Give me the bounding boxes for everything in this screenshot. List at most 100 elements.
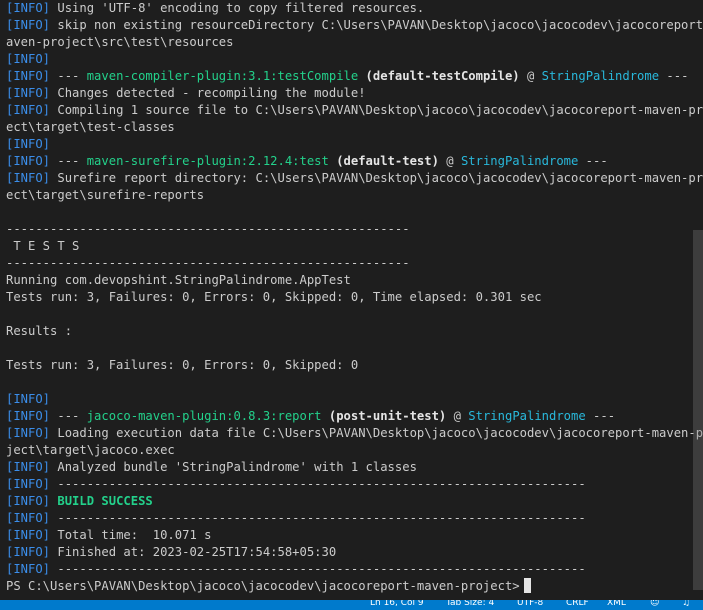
terminal-line: [INFO] Loading execution data file C:\Us…	[6, 425, 703, 442]
line-text: Tests run: 3, Failures: 0, Errors: 0, Sk…	[6, 290, 542, 304]
terminal-line: [INFO] --- maven-surefire-plugin:2.12.4:…	[6, 153, 703, 170]
log-level-tag: [INFO]	[6, 562, 51, 576]
log-level-tag: [INFO]	[6, 103, 51, 117]
line-text: Results :	[6, 324, 73, 338]
line-text: Using 'UTF-8' encoding to copy filtered …	[50, 1, 425, 15]
line-text: @	[438, 154, 461, 168]
line-text: @	[446, 409, 469, 423]
terminal-line: [INFO] BUILD SUCCESS	[6, 493, 703, 510]
log-level-tag: [INFO]	[6, 154, 51, 168]
log-level-tag: [INFO]	[6, 477, 51, 491]
notification-bell-icon[interactable]: ♫	[682, 600, 690, 609]
terminal-output[interactable]: [INFO] Using 'UTF-8' encoding to copy fi…	[0, 0, 703, 600]
terminal-line: [INFO] Compiling 1 source file to C:\Use…	[6, 102, 703, 119]
line-text: ---	[585, 409, 616, 423]
terminal-line: [INFO] Analyzed bundle 'StringPalindrome…	[6, 459, 703, 476]
project-name: StringPalindrome	[460, 154, 579, 168]
build-status: BUILD SUCCESS	[50, 494, 153, 508]
log-level-tag: [INFO]	[6, 511, 51, 525]
terminal-line: [INFO] --- maven-compiler-plugin:3.1:tes…	[6, 68, 703, 85]
log-level-tag: [INFO]	[6, 426, 51, 440]
execution-id: (post-unit-test)	[321, 409, 447, 423]
terminal-line: [INFO] ---------------------------------…	[6, 510, 703, 527]
terminal-line: ----------------------------------------…	[6, 221, 703, 238]
line-text: ject\target\jacoco.exec	[6, 443, 175, 457]
line-text: ----------------------------------------…	[50, 562, 586, 576]
line-text: aven-project\src\test\resources	[6, 35, 234, 49]
terminal-cursor[interactable]	[523, 578, 531, 593]
line-text: Running com.devopshint.StringPalindrome.…	[6, 273, 351, 287]
line-text: ----------------------------------------…	[6, 222, 410, 236]
log-level-tag: [INFO]	[6, 86, 51, 100]
line-text: @	[519, 69, 542, 83]
terminal-line: [INFO] Finished at: 2023-02-25T17:54:58+…	[6, 544, 703, 561]
project-name: StringPalindrome	[468, 409, 586, 423]
feedback-icon[interactable]: ☺	[650, 600, 659, 609]
log-level-tag: [INFO]	[6, 545, 51, 559]
maven-plugin-name: maven-compiler-plugin:3.1:testCompile	[86, 69, 359, 83]
line-text: ---	[50, 409, 87, 423]
terminal-line: ect\target\test-classes	[6, 119, 703, 136]
log-level-tag: [INFO]	[6, 137, 51, 151]
terminal-line: [INFO]	[6, 136, 703, 153]
line-text: T E S T S	[6, 239, 80, 253]
status-encoding[interactable]: UTF-8	[517, 600, 543, 609]
terminal-scrollbar[interactable]	[693, 230, 703, 590]
terminal-line: Tests run: 3, Failures: 0, Errors: 0, Sk…	[6, 289, 703, 306]
line-text: Tests run: 3, Failures: 0, Errors: 0, Sk…	[6, 358, 359, 372]
terminal-line: [INFO] Total time: 10.071 s	[6, 527, 703, 544]
line-text: ---	[578, 154, 608, 168]
terminal-line: T E S T S	[6, 238, 703, 255]
log-level-tag: [INFO]	[6, 460, 51, 474]
line-text: ect\target\surefire-reports	[6, 188, 205, 202]
line-text: skip non existing resourceDirectory C:\U…	[50, 18, 703, 32]
execution-id: (default-test)	[328, 154, 439, 168]
line-text: Loading execution data file C:\Users\PAV…	[50, 426, 703, 440]
line-text: ect\target\test-classes	[6, 120, 175, 134]
terminal-line: [INFO] --- jacoco-maven-plugin:0.8.3:rep…	[6, 408, 703, 425]
line-text: ----------------------------------------…	[6, 256, 410, 270]
line-text: ---	[50, 69, 87, 83]
log-level-tag: [INFO]	[6, 18, 51, 32]
line-text: Compiling 1 source file to C:\Users\PAVA…	[50, 103, 703, 117]
maven-plugin-name: maven-surefire-plugin:2.12.4:test	[86, 154, 329, 168]
line-text: ----------------------------------------…	[50, 477, 586, 491]
status-tab-size[interactable]: Tab Size: 4	[446, 600, 494, 609]
terminal-line: Running com.devopshint.StringPalindrome.…	[6, 272, 703, 289]
terminal-prompt-line: PS C:\Users\PAVAN\Desktop\jacoco\jacocod…	[6, 578, 703, 595]
status-cursor-position[interactable]: Ln 16, Col 9	[370, 600, 424, 609]
line-text: ----------------------------------------…	[50, 511, 586, 525]
terminal-line: aven-project\src\test\resources	[6, 34, 703, 51]
project-name: StringPalindrome	[541, 69, 660, 83]
terminal-line: Results :	[6, 323, 703, 340]
log-level-tag: [INFO]	[6, 392, 51, 406]
execution-id: (default-testCompile)	[358, 69, 520, 83]
terminal-line: [INFO] Surefire report directory: C:\Use…	[6, 170, 703, 187]
log-level-tag: [INFO]	[6, 409, 51, 423]
terminal-line: Tests run: 3, Failures: 0, Errors: 0, Sk…	[6, 357, 703, 374]
line-text: Analyzed bundle 'StringPalindrome' with …	[50, 460, 417, 474]
status-language-mode[interactable]: XML	[607, 600, 626, 609]
maven-plugin-name: jacoco-maven-plugin:0.8.3:report	[86, 409, 322, 423]
terminal-line: [INFO] ---------------------------------…	[6, 561, 703, 578]
terminal-line: [INFO] skip non existing resourceDirecto…	[6, 17, 703, 34]
log-level-tag: [INFO]	[6, 528, 51, 542]
log-level-tag: [INFO]	[6, 494, 51, 508]
line-text: ---	[50, 154, 87, 168]
terminal-line: ect\target\surefire-reports	[6, 187, 703, 204]
terminal-line: [INFO] Changes detected - recompiling th…	[6, 85, 703, 102]
line-text: Total time: 10.071 s	[50, 528, 212, 542]
log-level-tag: [INFO]	[6, 171, 51, 185]
line-text: Surefire report directory: C:\Users\PAVA…	[50, 171, 703, 185]
terminal-line: [INFO]	[6, 391, 703, 408]
terminal-line: [INFO] Using 'UTF-8' encoding to copy fi…	[6, 0, 703, 17]
line-text: Finished at: 2023-02-25T17:54:58+05:30	[50, 545, 337, 559]
log-level-tag: [INFO]	[6, 1, 51, 15]
log-level-tag: [INFO]	[6, 52, 51, 66]
status-line-ending[interactable]: CRLF	[566, 600, 589, 609]
log-level-tag: [INFO]	[6, 69, 51, 83]
